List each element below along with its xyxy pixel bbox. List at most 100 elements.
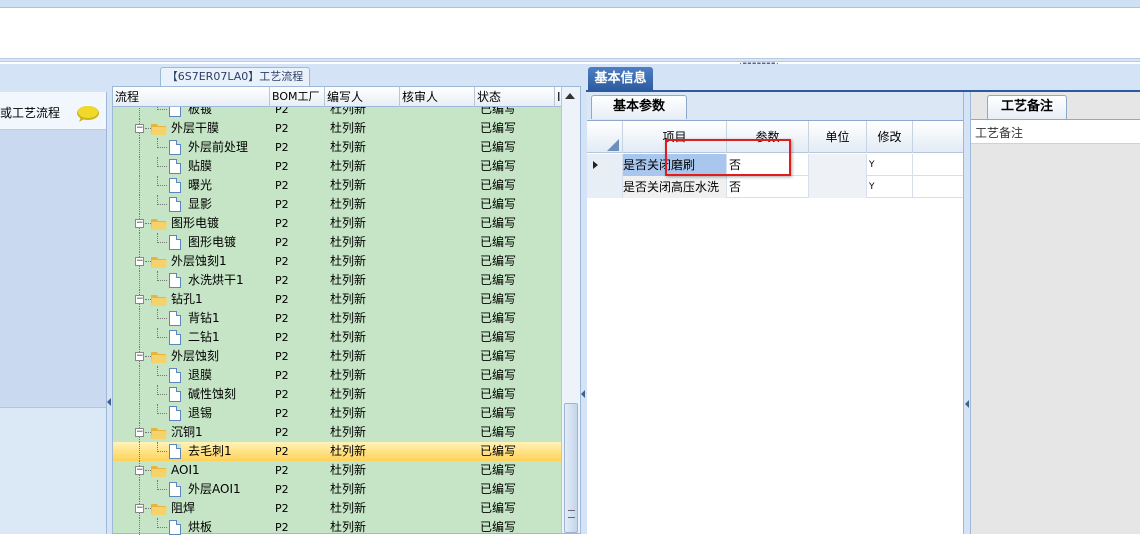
collapse-toggle-icon[interactable]: − <box>135 466 144 475</box>
status-cell: 已编写 <box>480 216 517 230</box>
col-factory-header[interactable]: BOM工厂 <box>270 87 325 107</box>
folder-icon <box>151 295 167 306</box>
tree-node-label: 烘板 <box>188 520 213 534</box>
collapse-tree-icon[interactable] <box>581 390 585 398</box>
notes-label: 工艺备注 <box>975 126 1024 140</box>
tree-row[interactable]: − 钻孔1 P2 杜列新 已编写 <box>113 290 561 309</box>
tree-row[interactable]: 外层AOI1 P2 杜列新 已编写 <box>113 480 561 499</box>
left-panel-header[interactable]: 或工艺流程 <box>0 92 106 130</box>
tree-row[interactable]: 板镀 P2 杜列新 已编写 <box>113 107 561 119</box>
scroll-thumb[interactable] <box>564 403 578 533</box>
tree-row[interactable]: 曝光 P2 杜列新 已编写 <box>113 176 561 195</box>
author-cell: 杜列新 <box>330 159 367 173</box>
tab-basic-info[interactable]: 基本信息 <box>588 67 653 91</box>
param-unit-cell[interactable] <box>809 176 867 198</box>
tree-panel-title: 【6S7ER07LA0】工艺流程 <box>160 67 310 86</box>
col-process-header[interactable]: 流程 <box>113 87 270 107</box>
collapse-toggle-icon[interactable]: − <box>135 295 144 304</box>
col-status-header[interactable]: 状态 <box>475 87 555 107</box>
tree-row[interactable]: 碱性蚀刻 P2 杜列新 已编写 <box>113 385 561 404</box>
tree-node-label: 图形电镀 <box>188 235 237 249</box>
document-icon <box>169 159 181 174</box>
col-author-header[interactable]: 编写人 <box>325 87 400 107</box>
tree-row[interactable]: − 外层干膜 P2 杜列新 已编写 <box>113 119 561 138</box>
tree-vertical-scrollbar[interactable] <box>561 87 580 533</box>
scroll-grip-icon <box>568 510 575 518</box>
tree-row[interactable]: 烘板 P2 杜列新 已编写 <box>113 518 561 535</box>
col-unit-header[interactable]: 单位 <box>809 121 867 153</box>
tab-process-notes[interactable]: 工艺备注 <box>987 95 1067 119</box>
collapse-params-icon[interactable] <box>965 400 969 408</box>
param-value-cell[interactable]: 否 <box>727 176 809 198</box>
notes-panel: 工艺备注 工艺备注 <box>970 92 1140 534</box>
horizontal-splitter[interactable] <box>0 58 1140 62</box>
tree-node-label: 水洗烘干1 <box>188 273 244 287</box>
author-cell: 杜列新 <box>330 292 367 306</box>
param-item-cell[interactable]: 是否关闭高压水洗 <box>623 176 727 198</box>
tree-row[interactable]: 外层前处理 P2 杜列新 已编写 <box>113 138 561 157</box>
tree-connector-line <box>139 480 140 499</box>
middle-splitter[interactable] <box>581 64 586 534</box>
tree-connector-line <box>139 138 140 157</box>
folder-icon <box>151 124 167 135</box>
row-indicator-header[interactable] <box>587 121 623 153</box>
row-indicator[interactable] <box>587 154 623 176</box>
tree-connector-line <box>157 375 167 376</box>
tree-row[interactable]: − 外层蚀刻 P2 杜列新 已编写 <box>113 347 561 366</box>
col-reviewer-header[interactable]: 核审人 <box>400 87 475 107</box>
tree-row[interactable]: − 阻焊 P2 杜列新 已编写 <box>113 499 561 518</box>
factory-cell: P2 <box>275 502 289 515</box>
author-cell: 杜列新 <box>330 425 367 439</box>
collapse-toggle-icon[interactable]: − <box>135 504 144 513</box>
author-cell: 杜列新 <box>330 140 367 154</box>
document-icon <box>169 406 181 421</box>
tree-row[interactable]: 退膜 P2 杜列新 已编写 <box>113 366 561 385</box>
chat-bubble-icon[interactable] <box>76 105 100 123</box>
author-cell: 杜列新 <box>330 444 367 458</box>
document-icon <box>169 311 181 326</box>
collapse-left-icon[interactable] <box>107 398 111 406</box>
param-modify-cell[interactable]: Y <box>867 176 913 198</box>
tree-row[interactable]: 图形电镀 P2 杜列新 已编写 <box>113 233 561 252</box>
tree-row[interactable]: 去毛刺1 P2 杜列新 已编写 <box>113 442 561 461</box>
collapse-toggle-icon[interactable]: − <box>135 428 144 437</box>
tree-node-label: 图形电镀 <box>171 216 220 230</box>
collapse-toggle-icon[interactable]: − <box>135 124 144 133</box>
author-cell: 杜列新 <box>330 330 367 344</box>
collapse-toggle-icon[interactable]: − <box>135 352 144 361</box>
collapse-toggle-icon[interactable]: − <box>135 257 144 266</box>
params-row[interactable]: 是否关闭高压水洗 否 Y <box>587 176 963 198</box>
tree-row[interactable]: 退锡 P2 杜列新 已编写 <box>113 404 561 423</box>
tree-row[interactable]: − 沉铜1 P2 杜列新 已编写 <box>113 423 561 442</box>
factory-cell: P2 <box>275 198 289 211</box>
tree-row[interactable]: 贴膜 P2 杜列新 已编写 <box>113 157 561 176</box>
process-tree-grid[interactable]: 流程 BOM工厂 编写人 核审人 状态 I 板镀 P2 杜列新 已编写 − 外层干膜 P2 杜… <box>112 86 581 535</box>
tree-row[interactable]: 水洗烘干1 P2 杜列新 已编写 <box>113 271 561 290</box>
tree-connector-line <box>139 309 140 328</box>
col-modify-header[interactable]: 修改 <box>867 121 913 153</box>
scroll-up-arrow-icon[interactable] <box>565 93 575 99</box>
status-cell: 已编写 <box>480 520 517 534</box>
tree-row[interactable]: 二钻1 P2 杜列新 已编写 <box>113 328 561 347</box>
tree-row[interactable]: 背钻1 P2 杜列新 已编写 <box>113 309 561 328</box>
tree-node-label: 退锡 <box>188 406 213 420</box>
param-unit-cell[interactable] <box>809 154 867 176</box>
notes-field-bar[interactable]: 工艺备注 <box>971 120 1140 144</box>
row-indicator[interactable] <box>587 176 623 198</box>
status-cell: 已编写 <box>480 254 517 268</box>
tree-row[interactable]: 显影 P2 杜列新 已编写 <box>113 195 561 214</box>
tree-node-label: 板镀 <box>188 107 213 116</box>
annotation-highlight-box <box>665 139 791 176</box>
author-cell: 杜列新 <box>330 520 367 534</box>
tree-row[interactable]: − AOI1 P2 杜列新 已编写 <box>113 461 561 480</box>
tab-basic-params[interactable]: 基本参数 <box>591 95 687 119</box>
factory-cell: P2 <box>275 464 289 477</box>
collapse-toggle-icon[interactable]: − <box>135 219 144 228</box>
params-grid[interactable]: 项目 参数 单位 修改 是否关闭磨刷 否 Y 是否关闭高压水洗 否 Y <box>587 120 963 534</box>
tree-row[interactable]: − 外层蚀刻1 P2 杜列新 已编写 <box>113 252 561 271</box>
document-icon <box>169 107 181 117</box>
tree-row[interactable]: − 图形电镀 P2 杜列新 已编写 <box>113 214 561 233</box>
folder-icon <box>151 504 167 515</box>
param-modify-cell[interactable]: Y <box>867 154 913 176</box>
tree-connector-line <box>157 280 167 281</box>
